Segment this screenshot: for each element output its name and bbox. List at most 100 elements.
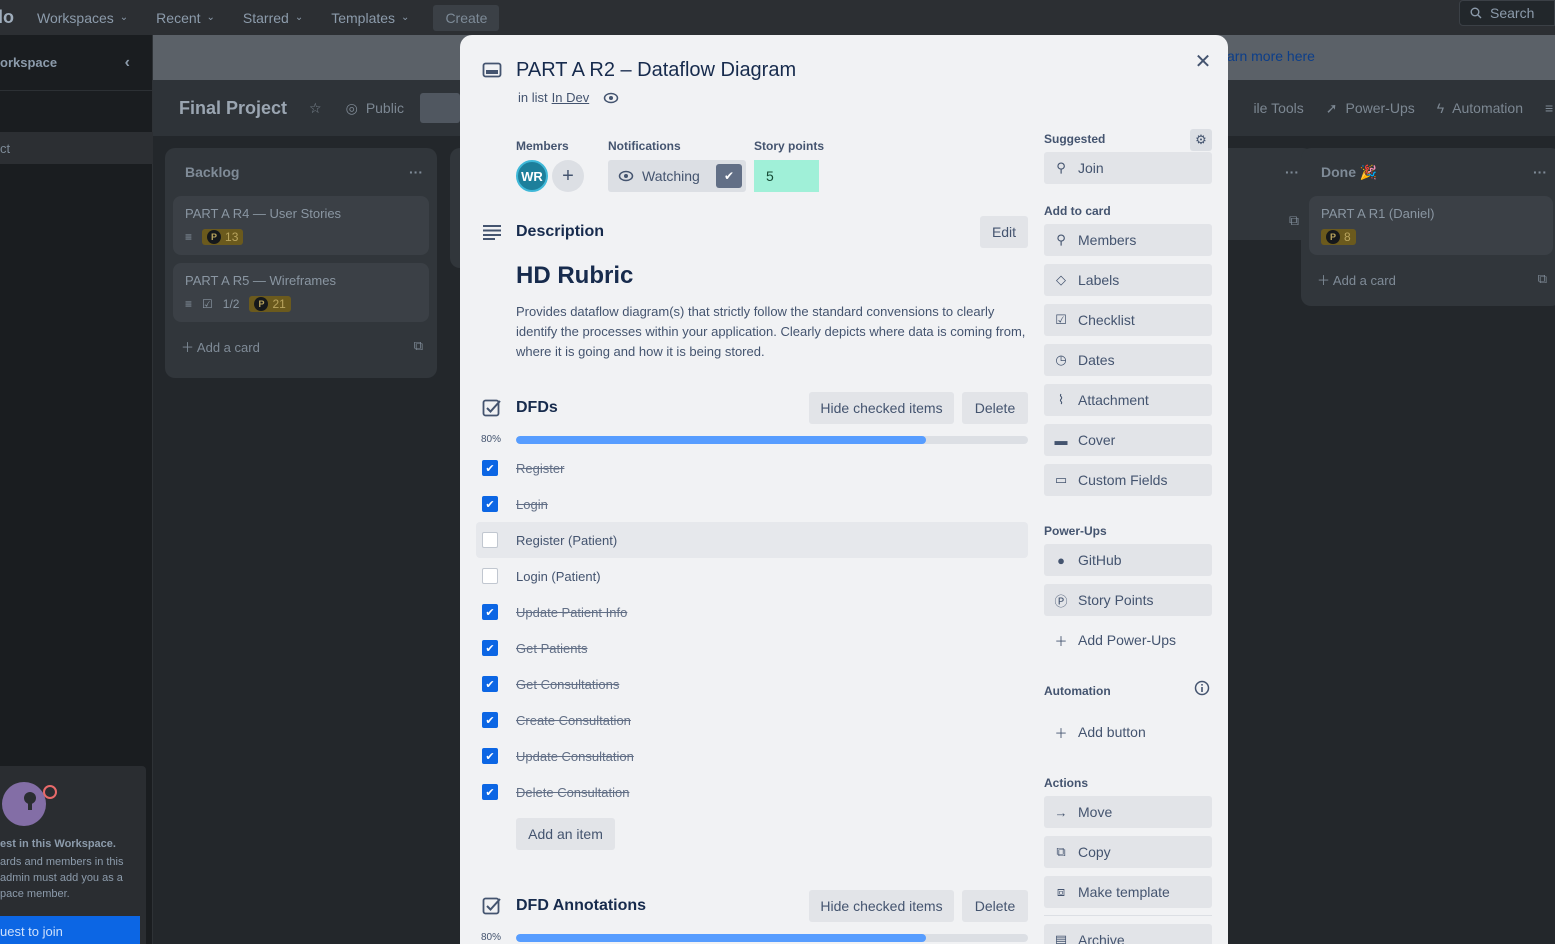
copy-button[interactable]: ⧉ Copy — [1044, 836, 1212, 868]
list-title[interactable]: Done 🎉 — [1321, 164, 1377, 181]
sidebar-item-active[interactable]: ct — [0, 132, 153, 164]
app-logo[interactable]: lo — [0, 7, 18, 28]
board-view-button[interactable] — [419, 93, 460, 123]
checked-checkbox[interactable]: ✔ — [482, 748, 498, 764]
list-done: Done 🎉 ··· PART A R1 (Daniel) P8 ＋ Add a … — [1301, 148, 1555, 306]
checklist-item[interactable]: Login (Patient) — [476, 558, 1028, 594]
checklist-item-text[interactable]: Login (Patient) — [516, 569, 601, 584]
create-button[interactable]: Create — [433, 4, 500, 31]
checked-checkbox[interactable]: ✔ — [482, 640, 498, 656]
checklist-item-text[interactable]: Register (Patient) — [516, 533, 617, 548]
checklist-title[interactable]: DFDs — [516, 399, 558, 417]
list-card[interactable]: PART A R1 (Daniel) P8 — [1309, 196, 1553, 255]
add-card-button[interactable]: ＋ Add a card ⧉ — [165, 330, 437, 362]
checklist-item[interactable]: ✔ Delete Consultation — [476, 774, 1028, 810]
card-title[interactable]: PART A R2 – Dataflow Diagram — [516, 59, 796, 82]
request-to-join-button[interactable]: uest to join — [0, 916, 140, 944]
labels-button[interactable]: ◇ Labels — [1044, 264, 1212, 296]
story-points-badge: P 21 — [249, 296, 291, 312]
delete-checklist-button[interactable]: Delete — [962, 392, 1028, 424]
star-icon[interactable]: ☆ — [309, 100, 322, 117]
checked-checkbox[interactable]: ✔ — [482, 676, 498, 692]
checklist-item[interactable]: ✔ Update Consultation — [476, 738, 1028, 774]
close-icon[interactable]: ✕ — [1191, 49, 1215, 73]
checklist-item-text[interactable]: Update Consultation — [516, 749, 634, 764]
checked-checkbox[interactable]: ✔ — [482, 460, 498, 476]
checklist-item[interactable]: ✔ Get Consultations — [476, 666, 1028, 702]
search-input[interactable]: Search — [1459, 0, 1555, 26]
dates-button[interactable]: ◷ Dates — [1044, 344, 1212, 376]
edit-description-button[interactable]: Edit — [980, 216, 1028, 248]
list-menu-icon[interactable]: ··· — [1533, 164, 1547, 180]
hide-checked-button[interactable]: Hide checked items — [809, 890, 954, 922]
hide-checked-button[interactable]: Hide checked items — [809, 392, 954, 424]
checked-checkbox[interactable]: ✔ — [482, 604, 498, 620]
checklist-item[interactable]: ✔ Create Consultation — [476, 702, 1028, 738]
info-icon[interactable] — [1192, 678, 1212, 698]
add-automation-button[interactable]: ＋ Add button — [1044, 716, 1212, 748]
nav-workspaces[interactable]: Workspaces ⌄ — [37, 10, 128, 26]
power-ups-button[interactable]: ➚ Power-Ups — [1326, 100, 1415, 117]
list-link[interactable]: In Dev — [552, 90, 590, 105]
checked-checkbox[interactable]: ✔ — [482, 496, 498, 512]
checklist-item-text[interactable]: Get Consultations — [516, 677, 619, 692]
story-points-button[interactable]: Ⓟ Story Points — [1044, 584, 1212, 616]
nav-recent[interactable]: Recent ⌄ — [156, 10, 215, 26]
list-title[interactable]: Backlog — [185, 164, 239, 180]
checklist-item-text[interactable]: Update Patient Info — [516, 605, 627, 620]
list-menu-icon[interactable]: ··· — [1285, 164, 1299, 180]
unchecked-checkbox[interactable] — [482, 568, 498, 584]
card-template-icon[interactable]: ⧉ — [1538, 271, 1547, 287]
checklist-item[interactable]: Register (Patient) — [476, 522, 1028, 558]
move-button[interactable]: → Move — [1044, 796, 1212, 828]
checklist-item-text[interactable]: Create Consultation — [516, 713, 631, 728]
nav-starred[interactable]: Starred ⌄ — [243, 10, 303, 26]
checklist-button[interactable]: ☑ Checklist — [1044, 304, 1212, 336]
nav-templates[interactable]: Templates ⌄ — [331, 10, 409, 26]
list-card[interactable]: PART A R4 — User Stories ≡ P 13 — [173, 196, 429, 255]
checklist-item[interactable]: ✔ Register — [476, 450, 1028, 486]
checked-checkbox[interactable]: ✔ — [482, 712, 498, 728]
custom-fields-button[interactable]: ▭ Custom Fields — [1044, 464, 1212, 496]
visibility-button[interactable]: ◎ Public — [346, 100, 404, 117]
gear-icon[interactable]: ⚙ — [1190, 129, 1212, 151]
github-button[interactable]: ● GitHub — [1044, 544, 1212, 576]
avatar[interactable]: WR — [516, 160, 548, 192]
learn-more-link[interactable]: arn more here — [1227, 48, 1315, 64]
board-title[interactable]: Final Project — [179, 98, 287, 119]
checklist-item-text[interactable]: Delete Consultation — [516, 785, 629, 800]
checklist-item-text[interactable]: Login — [516, 497, 548, 512]
card-template-icon[interactable]: ⧉ — [1289, 212, 1299, 229]
story-points-value[interactable]: 5 — [754, 160, 819, 192]
attachment-button[interactable]: ⌇ Attachment — [1044, 384, 1212, 416]
unchecked-checkbox[interactable] — [482, 532, 498, 548]
list-card[interactable]: PART A R5 — Wireframes ≡ ☑ 1/2 P 21 — [173, 263, 429, 322]
list-menu-icon[interactable]: ··· — [409, 164, 423, 180]
checklist-item-text[interactable]: Get Patients — [516, 641, 588, 656]
filter-icon[interactable]: ≡ — [1545, 100, 1555, 116]
checklist-item[interactable]: ✔ Login — [476, 486, 1028, 522]
add-card-button[interactable]: ＋ Add a card ⧉ — [1301, 263, 1555, 295]
checklist-item[interactable]: ✔ Update Patient Info — [476, 594, 1028, 630]
add-item-button[interactable]: Add an item — [516, 818, 615, 850]
watch-button[interactable]: Watching ✔ — [608, 160, 746, 192]
delete-checklist-button[interactable]: Delete — [962, 890, 1028, 922]
agile-tools-button[interactable]: ile Tools — [1253, 100, 1303, 116]
join-button[interactable]: ⚲ Join — [1044, 152, 1212, 184]
add-member-button[interactable]: + — [552, 160, 584, 192]
card-template-icon[interactable]: ⧉ — [414, 338, 423, 354]
points-value: 21 — [272, 297, 286, 311]
automation-button[interactable]: ϟ Automation — [1437, 100, 1523, 116]
make-template-button[interactable]: ⧈ Make template — [1044, 876, 1212, 908]
archive-button[interactable]: ▤ Archive — [1044, 924, 1212, 944]
cover-button[interactable]: ▬ Cover — [1044, 424, 1212, 456]
members-button[interactable]: ⚲ Members — [1044, 224, 1212, 256]
checklist-item[interactable]: ✔ Get Patients — [476, 630, 1028, 666]
checklist-title[interactable]: DFD Annotations — [516, 897, 646, 915]
collapse-sidebar-icon[interactable]: ‹ — [125, 54, 130, 72]
checklist-item-text[interactable]: Register — [516, 461, 564, 476]
custom-fields-icon: ▭ — [1054, 472, 1068, 487]
add-power-ups-button[interactable]: ＋ Add Power-Ups — [1044, 624, 1212, 656]
archive-icon: ▤ — [1054, 932, 1068, 944]
checked-checkbox[interactable]: ✔ — [482, 784, 498, 800]
